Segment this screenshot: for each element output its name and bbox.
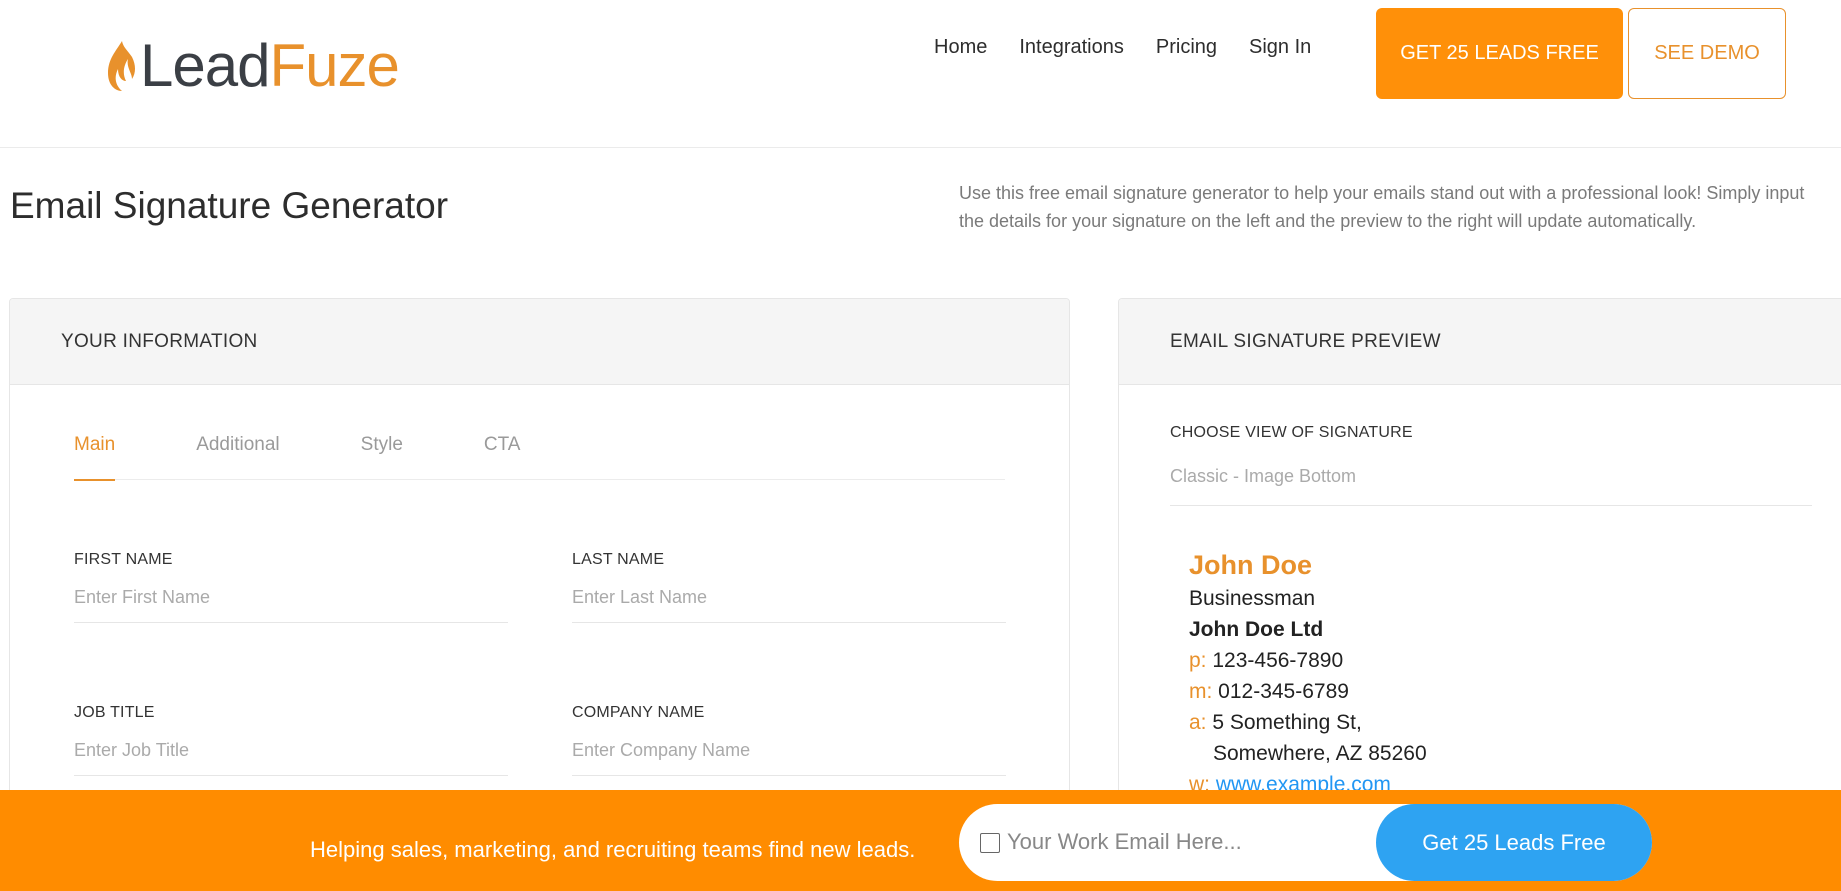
info-tabs: Main Additional Style CTA: [74, 434, 1005, 481]
bar-tagline: Helping sales, marketing, and recruiting…: [310, 837, 916, 862]
get-leads-button[interactable]: GET 25 LEADS FREE: [1376, 8, 1623, 99]
logo-text-lead: Lead: [140, 32, 270, 99]
address-line-2: Somewhere, AZ 85260: [1213, 742, 1427, 765]
nav-pricing-link[interactable]: Pricing: [1156, 36, 1217, 59]
consent-checkbox[interactable]: [980, 833, 1000, 853]
page-title: Email Signature Generator: [10, 185, 449, 226]
main-nav: Home Integrations Pricing Sign In: [934, 36, 1311, 59]
signature-company: John Doe Ltd: [1189, 618, 1324, 641]
address-key: a:: [1189, 711, 1207, 734]
nav-home-link[interactable]: Home: [934, 36, 987, 59]
last-name-field: LAST NAME: [572, 551, 1006, 623]
signature-mobile-row: m: 012-345-6789: [1189, 676, 1427, 707]
intro-line-1: Use this free email signature generator …: [959, 183, 1805, 203]
panel-title: EMAIL SIGNATURE PREVIEW: [1119, 299, 1841, 385]
job-title-input[interactable]: [74, 740, 508, 776]
address-line-1: 5 Something St,: [1212, 711, 1362, 734]
intro-line-2: the details for your signature on the le…: [959, 211, 1697, 231]
first-name-field: FIRST NAME: [74, 551, 508, 623]
nav-sign-in-link[interactable]: Sign In: [1249, 36, 1311, 59]
your-information-panel: YOUR INFORMATION Main Additional Style C…: [9, 298, 1070, 818]
first-name-input[interactable]: [74, 587, 508, 623]
phone-key: p:: [1189, 649, 1207, 672]
phone-value: 123-456-7890: [1212, 649, 1344, 672]
company-name-field: COMPANY NAME: [572, 704, 1006, 776]
signature-title: Businessman: [1189, 587, 1316, 610]
tab-main[interactable]: Main: [74, 434, 116, 481]
first-name-label: FIRST NAME: [74, 551, 173, 568]
signature-name: John Doe: [1189, 550, 1313, 580]
job-title-label: JOB TITLE: [74, 704, 155, 721]
see-demo-button[interactable]: SEE DEMO: [1628, 8, 1786, 99]
signature-preview: John Doe Businessman John Doe Ltd p: 123…: [1189, 547, 1427, 800]
signature-address-row: a: 5 Something St,: [1189, 707, 1427, 738]
choose-view-label: CHOOSE VIEW OF SIGNATURE: [1170, 424, 1413, 441]
tab-cta[interactable]: CTA: [484, 434, 521, 479]
mobile-key: m:: [1189, 680, 1213, 703]
email-signup-form: Get 25 Leads Free: [959, 804, 1652, 881]
company-name-input[interactable]: [572, 740, 1006, 776]
intro-text: Use this free email signature generator …: [959, 179, 1841, 235]
site-header: Lead Fuze Home Integrations Pricing Sign …: [0, 0, 1841, 148]
tab-style[interactable]: Style: [361, 434, 403, 479]
last-name-input[interactable]: [572, 587, 1006, 623]
signature-phone-row: p: 123-456-7890: [1189, 645, 1427, 676]
work-email-input[interactable]: [1007, 822, 1337, 862]
mobile-value: 012-345-6789: [1218, 680, 1349, 703]
last-name-label: LAST NAME: [572, 551, 665, 568]
get-leads-free-button[interactable]: Get 25 Leads Free: [1376, 804, 1652, 881]
logo-text-fuze: Fuze: [269, 32, 399, 99]
tab-additional[interactable]: Additional: [196, 434, 279, 479]
nav-integrations-link[interactable]: Integrations: [1019, 36, 1124, 59]
bottom-signup-bar: Helping sales, marketing, and recruiting…: [0, 790, 1841, 891]
job-title-field: JOB TITLE: [74, 704, 508, 776]
signature-preview-panel: EMAIL SIGNATURE PREVIEW CHOOSE VIEW OF S…: [1118, 298, 1841, 818]
company-name-label: COMPANY NAME: [572, 704, 705, 721]
flame-icon: [108, 41, 135, 91]
leadfuze-logo[interactable]: Lead Fuze: [106, 32, 400, 99]
panel-title: YOUR INFORMATION: [10, 299, 1069, 385]
signature-view-select[interactable]: Classic - Image Bottom: [1170, 466, 1812, 506]
